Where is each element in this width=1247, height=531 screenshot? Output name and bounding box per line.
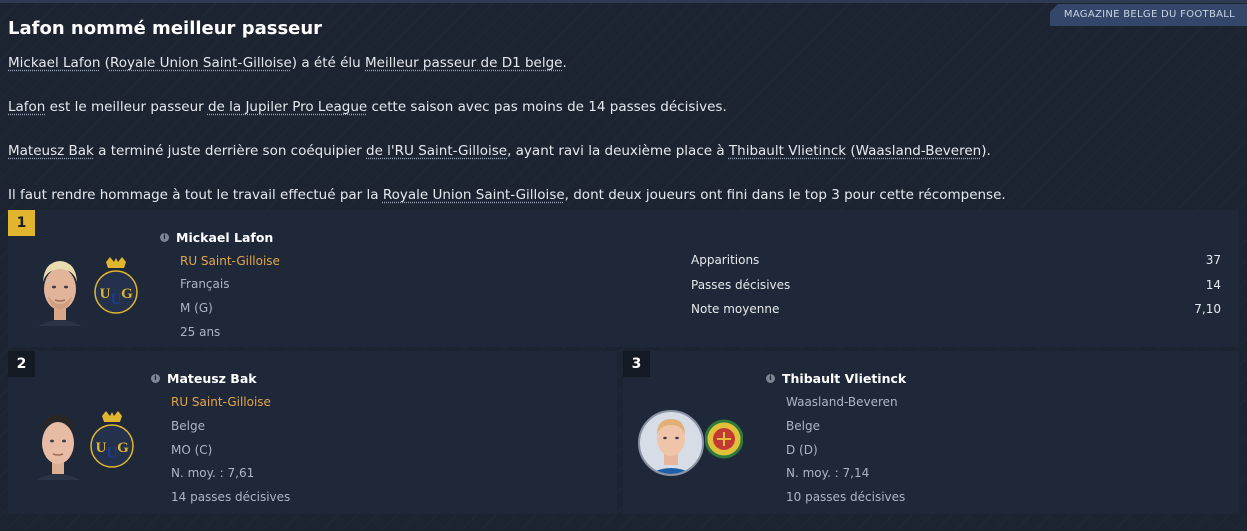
article-title: Lafon nommé meilleur passeur [8, 18, 323, 39]
club-crest-rusg-1[interactable]: U U G [92, 256, 140, 316]
player-link-bak[interactable]: Mateusz Bak [8, 143, 94, 159]
club-link-rusg[interactable]: Royale Union Saint-Gilloise [110, 55, 292, 71]
player-age-lafon: 25 ans [180, 325, 221, 339]
stat-row-assists: Passes décisives 14 [691, 278, 1221, 298]
stat-value: 14 [1205, 278, 1221, 292]
player-position-bak: MO (C) [171, 443, 213, 457]
player-name-bak[interactable]: Mateusz Bak [167, 371, 257, 386]
player-name-lafon[interactable]: Mickael Lafon [176, 230, 273, 245]
player-club-lafon[interactable]: RU Saint-Gilloise [180, 254, 280, 268]
player-face-bak[interactable] [32, 410, 84, 480]
stat-row-rating: Note moyenne 7,10 [691, 302, 1221, 322]
player-link-lafon-short[interactable]: Lafon [8, 99, 45, 115]
player-club-vlietinck[interactable]: Waasland-Beveren [786, 395, 898, 409]
player-link-vlietinck[interactable]: Thibault Vlietinck [729, 143, 846, 159]
stat-row-appearances: Apparitions 37 [691, 253, 1221, 273]
paragraph-2: Lafon est le meilleur passeur de la Jupi… [8, 99, 727, 115]
stat-label: Note moyenne [691, 302, 780, 316]
club-link-rusg-3[interactable]: Royale Union Saint-Gilloise [383, 187, 565, 203]
player-club-bak[interactable]: RU Saint-Gilloise [171, 395, 271, 409]
stat-label: Apparitions [691, 253, 760, 267]
rank-badge-2: 2 [8, 351, 35, 377]
paragraph-3: Mateusz Bak a terminé juste derrière son… [8, 143, 991, 159]
player-rating-vlietinck: N. moy. : 7,14 [786, 466, 870, 480]
player-rating-bak: N. moy. : 7,61 [171, 466, 255, 480]
player-nationality-bak: Belge [171, 419, 205, 433]
info-icon-vlietinck[interactable]: i [766, 374, 775, 383]
player-link-lafon[interactable]: Mickael Lafon [8, 55, 100, 71]
svg-text:U: U [96, 440, 107, 456]
svg-text:U: U [100, 286, 111, 302]
award-link[interactable]: Meilleur passeur de D1 belge [365, 55, 562, 71]
stat-value: 7,10 [1194, 302, 1221, 316]
top-border [0, 0, 1247, 3]
club-link-rusg-2[interactable]: de l'RU Saint-Gilloise [366, 143, 507, 159]
player-position-lafon: M (G) [180, 301, 213, 315]
player-photo-vlietinck[interactable] [638, 409, 704, 477]
rank-badge-3: 3 [623, 351, 650, 377]
player-assists-vlietinck: 10 passes décisives [786, 490, 906, 504]
svg-text:G: G [121, 286, 133, 302]
player-face-lafon[interactable] [34, 256, 86, 326]
player-name-vlietinck[interactable]: Thibault Vlietinck [782, 371, 906, 386]
paragraph-4: Il faut rendre hommage à tout le travail… [8, 187, 1006, 203]
stat-label: Passes décisives [691, 278, 791, 292]
rank-badge-1: 1 [8, 210, 35, 236]
club-link-waasland[interactable]: Waasland-Beveren [856, 143, 982, 159]
player-nationality-lafon: Français [180, 277, 230, 291]
club-crest-waasland[interactable] [705, 413, 743, 465]
paragraph-1: Mickael Lafon (Royale Union Saint-Gilloi… [8, 55, 567, 71]
player-assists-bak: 14 passes décisives [171, 490, 291, 504]
player-nationality-vlietinck: Belge [786, 419, 820, 433]
svg-text:G: G [117, 440, 129, 456]
league-link[interactable]: de la Jupiler Pro League [208, 99, 367, 115]
player-position-vlietinck: D (D) [786, 443, 818, 457]
stat-value: 37 [1205, 253, 1221, 267]
club-crest-rusg-2[interactable]: U U G [88, 410, 136, 470]
info-icon-lafon[interactable]: i [160, 233, 169, 242]
source-tag: MAGAZINE BELGE DU FOOTBALL [1049, 4, 1247, 26]
info-icon-bak[interactable]: i [151, 374, 160, 383]
